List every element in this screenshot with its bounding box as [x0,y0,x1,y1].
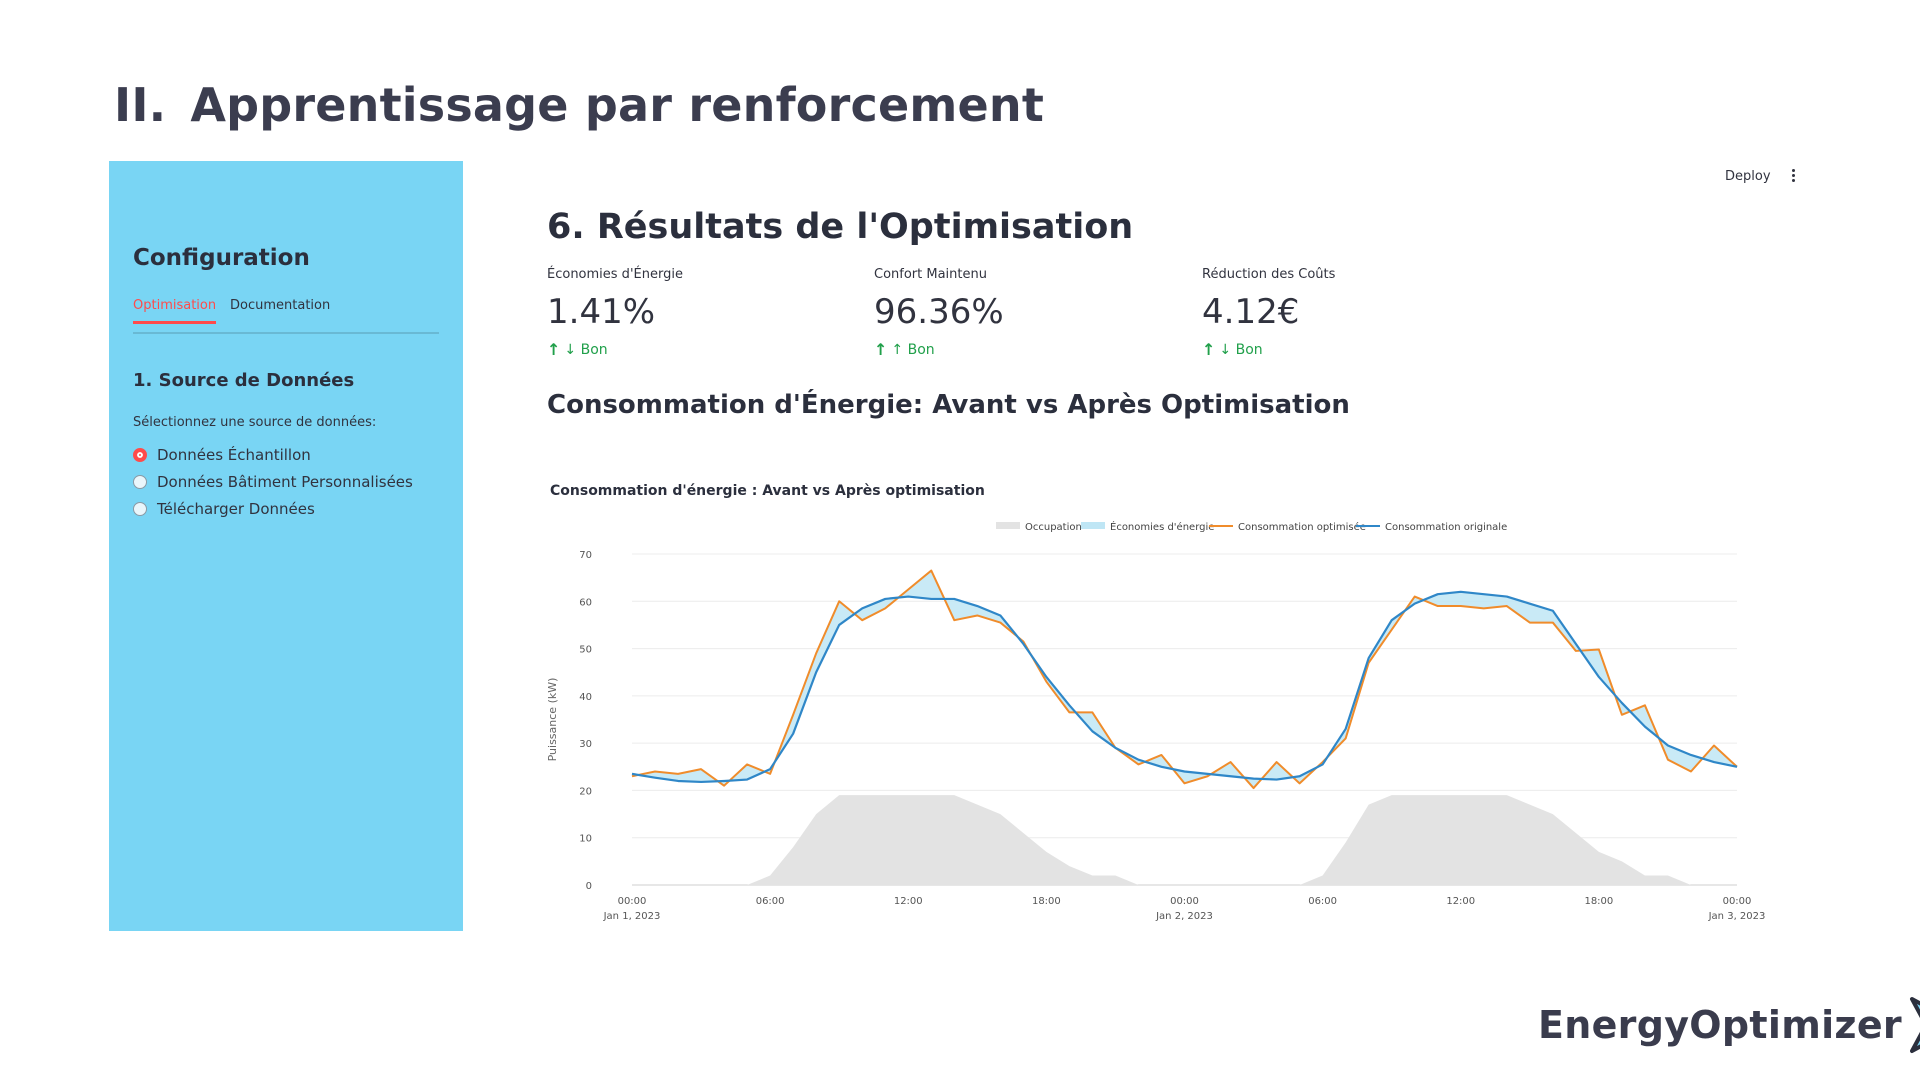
x-tick-label: 12:00 [1446,896,1475,907]
radio-unchecked-icon[interactable] [133,501,147,516]
y-tick-label: 0 [586,881,592,892]
y-tick-label: 30 [579,739,592,750]
arrow-up-icon: ↑ [547,340,561,359]
more-vertical-icon[interactable] [1789,167,1797,185]
x-tick-date-label: Jan 3, 2023 [1708,911,1766,922]
radio-checked-icon[interactable] [133,447,147,462]
y-tick-label: 50 [579,645,592,656]
occupation-area [632,795,1737,885]
sidebar: Configuration Optimisation Documentation… [109,161,463,931]
x-tick-date-label: Jan 2, 2023 [1155,911,1213,922]
slide-number: II. [114,78,167,132]
tab-optimisation[interactable]: Optimisation [133,298,217,324]
x-tick-label: 00:00 [1170,896,1199,907]
original-consumption-line [631,590,1738,784]
radio-unchecked-icon[interactable] [133,474,147,489]
legend-swatch [996,522,1020,529]
metric-label: Économies d'Énergie [547,267,683,282]
metric-delta-text: ↓ Bon [564,341,608,358]
results-title: 6. Résultats de l'Optimisation [547,207,1134,247]
x-tick-label: 12:00 [894,896,923,907]
arrow-chevron-icon [1909,997,1920,1053]
arrow-up-icon: ↑ [1202,340,1216,359]
metric-delta-text: ↓ Bon [1219,341,1263,358]
legend-label: Occupation [1025,522,1082,533]
logo-text: EnergyOptimizer [1538,1003,1902,1047]
metric-delta-text: ↑ Bon [891,341,935,358]
slide-title-text: Apprentissage par renforcement [190,78,1045,132]
metric-label: Confort Maintenu [874,267,987,282]
x-tick-label: 18:00 [1032,896,1061,907]
chart-section-heading: Consommation d'Énergie: Avant vs Après O… [547,390,1350,420]
x-tick-label: 06:00 [1308,896,1337,907]
arrow-up-icon: ↑ [874,340,888,359]
radio-option-custom-building[interactable]: Données Bâtiment Personnalisées [133,468,413,495]
legend-swatch [1081,522,1105,529]
sidebar-heading: Configuration [133,245,310,271]
energy-chart-svg: 0 10 20 30 40 50 60 70 Puissance (kW) 00:00 Jan 1,… [546,520,1766,922]
radio-option-upload[interactable]: Télécharger Données [133,495,413,522]
legend-label: Consommation optimisée [1238,521,1366,533]
legend-label: Économies d'énergie [1110,520,1214,533]
app-screenshot: Configuration Optimisation Documentation… [109,161,1809,931]
metric-delta: ↑ ↑ Bon [874,340,1174,359]
metric-value: 96.36% [874,292,1004,332]
metric-label: Réduction des Coûts [1202,267,1336,282]
optimized-consumption-line [631,569,1738,790]
sidebar-tabs: Optimisation Documentation [133,298,439,334]
y-tick-label: 10 [579,834,592,845]
y-tick-label: 20 [579,786,592,797]
y-tick-label: 40 [579,692,592,703]
radio-label: Télécharger Données [157,499,315,518]
metric-value: 4.12€ [1202,292,1300,332]
x-tick-label: 06:00 [756,896,785,907]
metric-delta: ↑ ↓ Bon [1202,340,1502,359]
y-axis-label: Puissance (kW) [546,678,559,762]
data-source-radio-group: Données Échantillon Données Bâtiment Per… [133,441,413,522]
x-tick-date-label: Jan 1, 2023 [603,911,661,922]
data-source-title: 1. Source de Données [133,370,355,391]
energy-chart: Consommation d'énergie : Avant vs Après … [541,461,1876,931]
metric-cost-reduction: Réduction des Coûts 4.12€ ↑ ↓ Bon [1202,267,1502,359]
slide-title: II. Apprentissage par renforcement [114,78,1044,132]
brand-logo: EnergyOptimizer [1538,990,1920,1060]
x-tick-label: 00:00 [618,896,647,907]
data-source-prompt: Sélectionnez une source de données: [133,415,377,430]
x-tick-label: 00:00 [1723,896,1752,907]
radio-label: Données Échantillon [157,445,311,464]
metric-value: 1.41% [547,292,656,332]
radio-label: Données Bâtiment Personnalisées [157,472,413,491]
metric-comfort: Confort Maintenu 96.36% ↑ ↑ Bon [874,267,1174,359]
deploy-button[interactable]: Deploy [1725,169,1771,184]
metric-delta: ↑ ↓ Bon [547,340,847,359]
metric-energy-savings: Économies d'Énergie 1.41% ↑ ↓ Bon [547,267,847,359]
legend-label: Consommation originale [1385,522,1507,533]
radio-option-sample[interactable]: Données Échantillon [133,441,413,468]
x-tick-label: 18:00 [1584,896,1613,907]
energy-savings-area [632,570,1737,789]
y-tick-label: 70 [579,550,592,561]
tab-documentation[interactable]: Documentation [230,298,330,321]
y-tick-label: 60 [579,597,592,608]
